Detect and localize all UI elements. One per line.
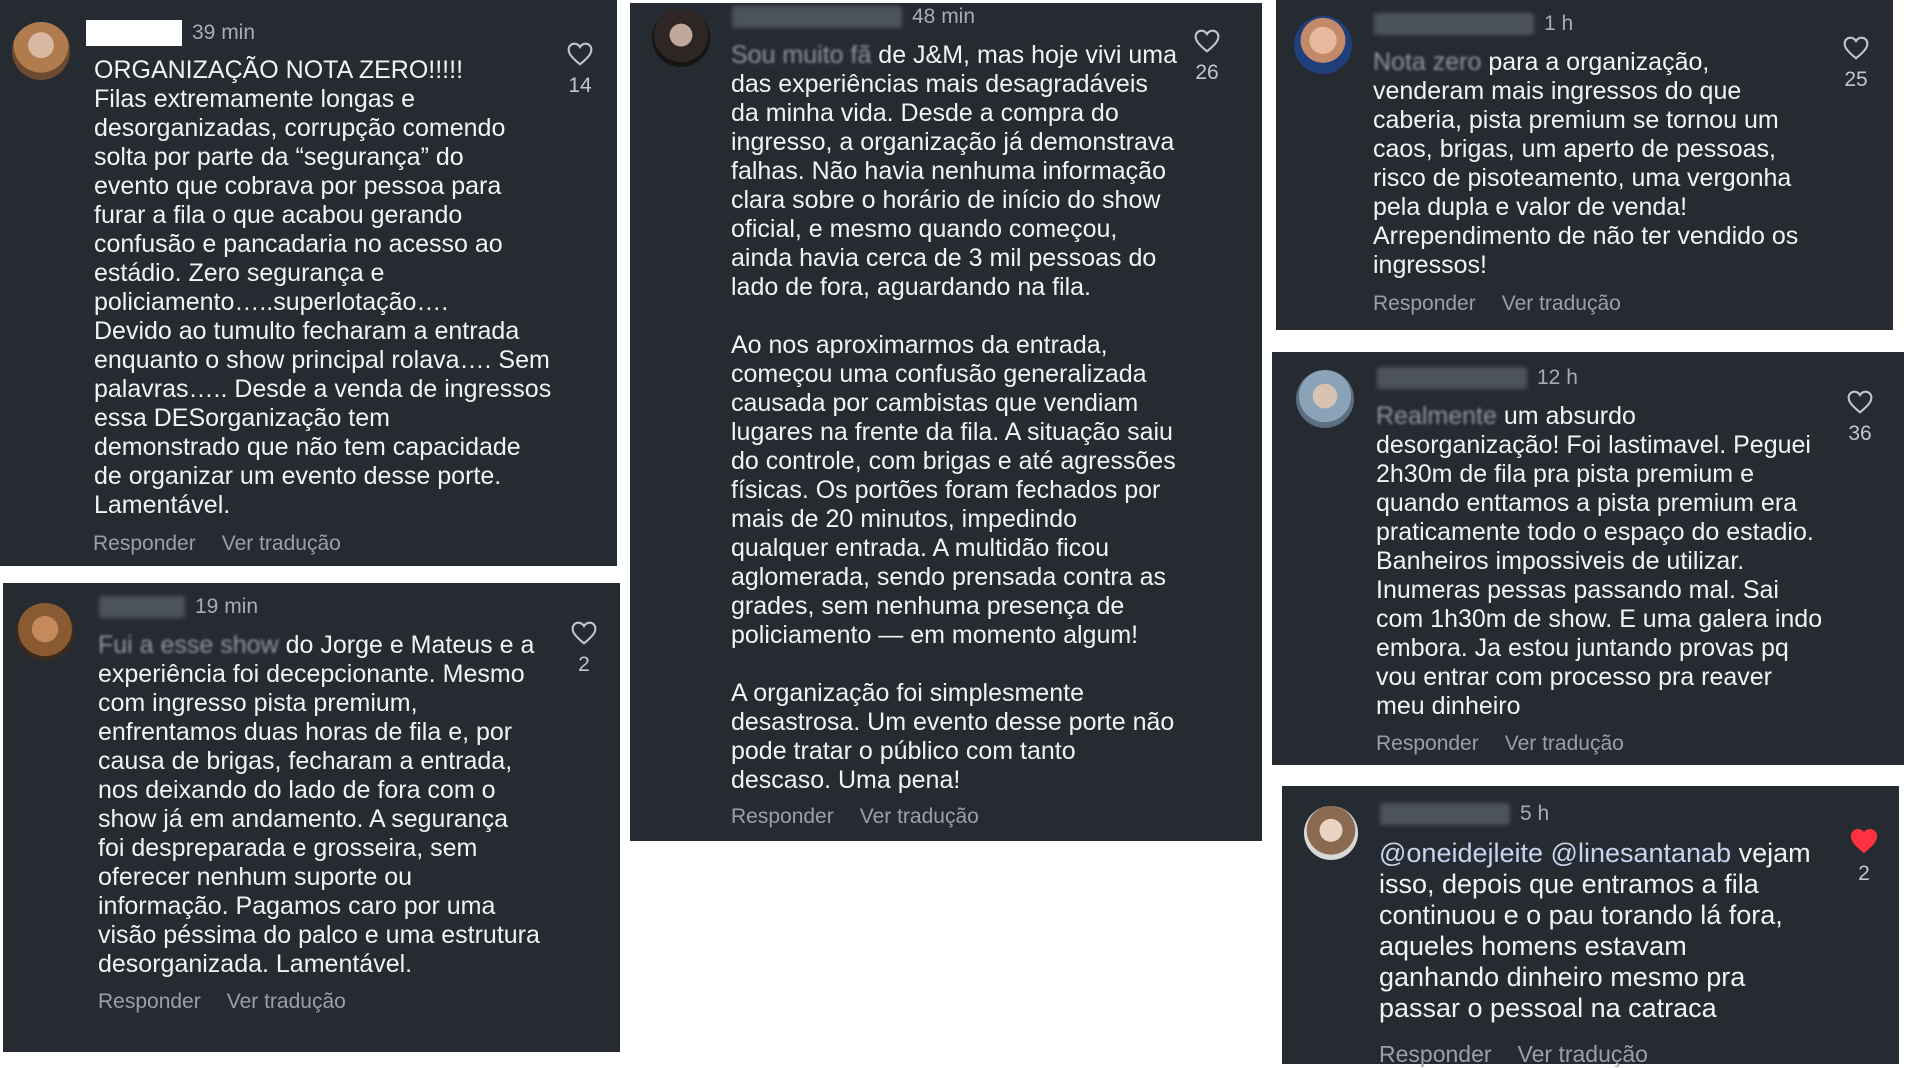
comment-text: @oneidejleite @linesantanab vejam isso, … bbox=[1379, 838, 1849, 1024]
comment-actions: Responder Ver tradução bbox=[93, 532, 341, 556]
like-count: 26 bbox=[1195, 61, 1219, 84]
comment-actions: Responder Ver tradução bbox=[1376, 732, 1624, 756]
like-control[interactable]: 2 bbox=[1844, 828, 1884, 886]
username-redacted[interactable] bbox=[1377, 367, 1527, 389]
comment-header: 39 min bbox=[86, 20, 255, 46]
translate-button[interactable]: Ver tradução bbox=[1505, 732, 1624, 756]
translate-button[interactable]: Ver tradução bbox=[1502, 292, 1621, 316]
comment-text-start: Nota zero bbox=[1373, 48, 1482, 76]
comment-time: 19 min bbox=[195, 595, 259, 618]
comment-card: 19 min Fui a esse show do Jorge e Mateus… bbox=[3, 583, 620, 1052]
comment-time: 39 min bbox=[192, 21, 256, 44]
heart-icon[interactable] bbox=[1194, 29, 1220, 53]
heart-icon[interactable] bbox=[1843, 36, 1869, 60]
like-count: 2 bbox=[1858, 862, 1870, 885]
comment-header: 5 h bbox=[1380, 802, 1549, 826]
translate-button[interactable]: Ver tradução bbox=[860, 805, 979, 829]
like-count: 36 bbox=[1848, 422, 1872, 445]
comment-actions: Responder Ver tradução bbox=[1373, 292, 1621, 316]
comment-text-start: Sou muito fã bbox=[731, 41, 872, 69]
comment-text-rest: para a organização, venderam mais ingres… bbox=[1373, 48, 1799, 279]
like-count: 25 bbox=[1844, 68, 1868, 91]
username-redacted[interactable] bbox=[1374, 13, 1534, 35]
comment-header: 12 h bbox=[1377, 366, 1578, 390]
comment-text-rest: um absurdo desorganização! Foi lastimave… bbox=[1376, 402, 1823, 720]
reply-button[interactable]: Responder bbox=[731, 805, 834, 829]
comment-text: Sou muito fã de J&M, mas hoje vivi uma d… bbox=[731, 41, 1211, 795]
reply-button[interactable]: Responder bbox=[93, 532, 196, 556]
username-redacted[interactable] bbox=[732, 6, 902, 28]
comment-header: 1 h bbox=[1374, 12, 1573, 36]
comment-text: ORGANIZAÇÃO NOTA ZERO!!!!! Filas extrema… bbox=[94, 56, 552, 519]
comment-card: 1 h Nota zero para a organização, vender… bbox=[1276, 0, 1893, 330]
translate-button[interactable]: Ver tradução bbox=[227, 990, 346, 1014]
comment-header: 48 min bbox=[732, 5, 975, 29]
avatar[interactable] bbox=[652, 9, 710, 67]
username-redacted[interactable] bbox=[1380, 803, 1510, 825]
translate-button[interactable]: Ver tradução bbox=[222, 532, 341, 556]
comment-card: 39 min ORGANIZAÇÃO NOTA ZERO!!!!! Filas … bbox=[0, 0, 617, 566]
comment-card: 48 min Sou muito fã de J&M, mas hoje viv… bbox=[630, 3, 1262, 841]
like-control[interactable]: 14 bbox=[560, 42, 600, 98]
reply-button[interactable]: Responder bbox=[1376, 732, 1479, 756]
avatar[interactable] bbox=[1294, 16, 1352, 74]
heart-icon[interactable] bbox=[1850, 828, 1878, 854]
avatar[interactable] bbox=[12, 22, 70, 80]
comment-actions: Responder Ver tradução bbox=[98, 990, 346, 1014]
comment-text: Realmente um absurdo desorganização! Foi… bbox=[1376, 402, 1856, 721]
comment-time: 1 h bbox=[1544, 12, 1574, 35]
like-control[interactable]: 26 bbox=[1187, 29, 1227, 85]
heart-icon[interactable] bbox=[567, 42, 593, 66]
comment-card: 5 h @oneidejleite @linesantanab vejam is… bbox=[1282, 786, 1899, 1067]
comment-text: Nota zero para a organização, venderam m… bbox=[1373, 48, 1833, 280]
comment-text-rest: de J&M, mas hoje vivi uma das experiênci… bbox=[731, 41, 1178, 794]
mention-link[interactable]: @linesantanab bbox=[1551, 838, 1732, 868]
comment-header: 19 min bbox=[99, 595, 258, 619]
avatar[interactable] bbox=[1304, 806, 1358, 860]
like-control[interactable]: 25 bbox=[1836, 36, 1876, 92]
comment-text: Fui a esse show do Jorge e Mateus e a ex… bbox=[98, 631, 558, 979]
like-count: 14 bbox=[568, 74, 592, 97]
comment-text-start: Fui a esse show bbox=[98, 631, 279, 659]
comment-actions: Responder Ver tradução bbox=[731, 805, 979, 829]
reply-button[interactable]: Responder bbox=[98, 990, 201, 1014]
username-redacted[interactable] bbox=[99, 596, 185, 618]
username-redacted[interactable] bbox=[86, 20, 182, 46]
reply-button[interactable]: Responder bbox=[1373, 292, 1476, 316]
comment-text-rest: do Jorge e Mateus e a experiência foi de… bbox=[98, 631, 540, 978]
comment-text-start: Realmente bbox=[1376, 402, 1497, 430]
heart-icon[interactable] bbox=[571, 621, 597, 645]
avatar[interactable] bbox=[1296, 370, 1354, 428]
heart-icon[interactable] bbox=[1847, 390, 1873, 414]
like-control[interactable]: 36 bbox=[1840, 390, 1880, 446]
comment-time: 5 h bbox=[1520, 802, 1550, 825]
mention-link[interactable]: @oneidejleite bbox=[1379, 838, 1543, 868]
comment-card: 12 h Realmente um absurdo desorganização… bbox=[1272, 352, 1904, 765]
like-count: 2 bbox=[578, 653, 590, 676]
comment-time: 12 h bbox=[1537, 366, 1578, 389]
like-control[interactable]: 2 bbox=[564, 621, 604, 677]
avatar[interactable] bbox=[16, 603, 74, 661]
comment-time: 48 min bbox=[912, 5, 976, 28]
